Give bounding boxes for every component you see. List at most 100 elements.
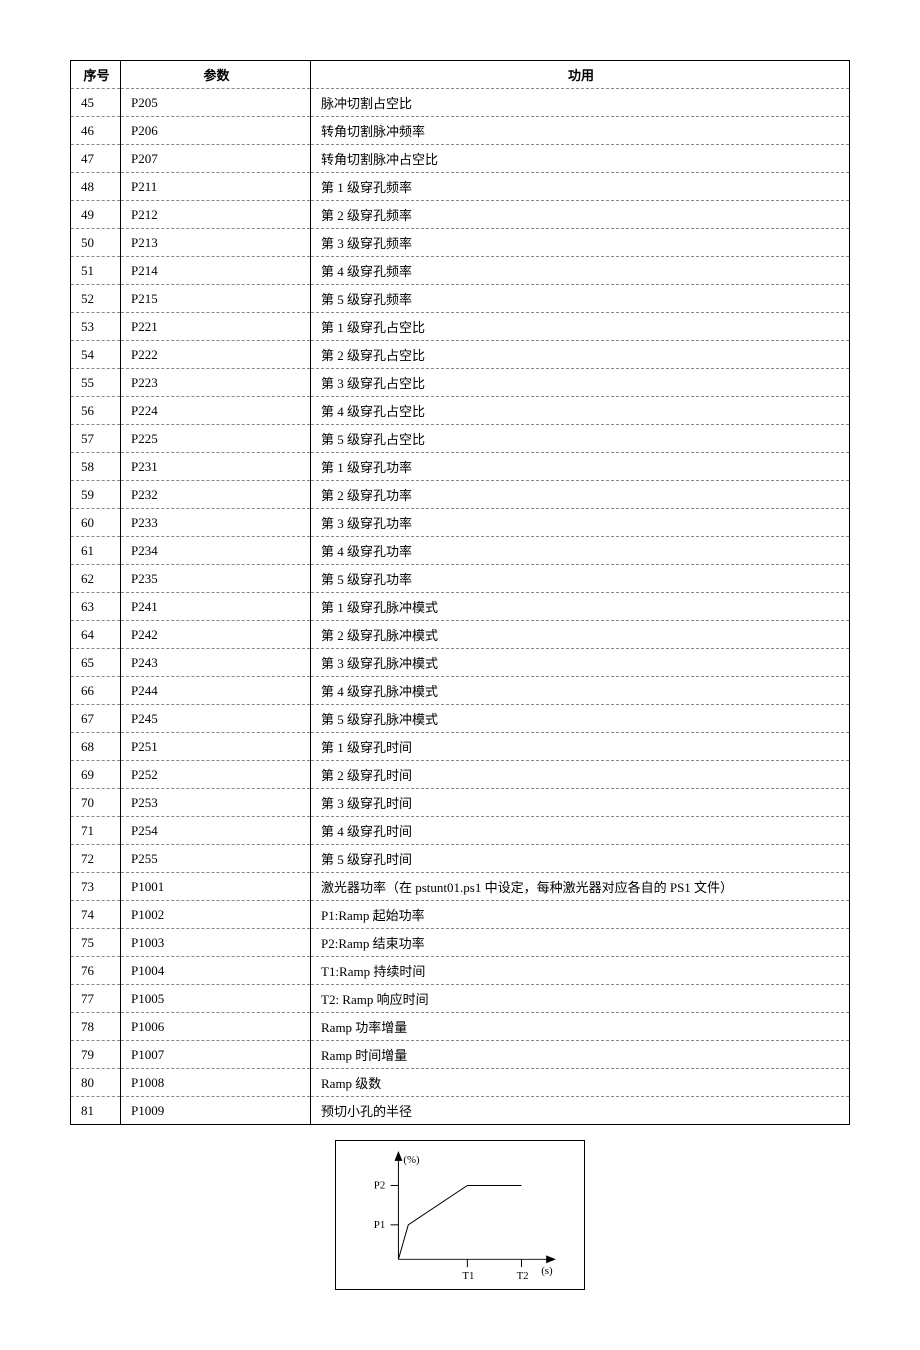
cell-param: P254 [121, 817, 311, 845]
cell-func: 预切小孔的半径 [311, 1097, 850, 1125]
table-row: 48P211第 1 级穿孔频率 [71, 173, 850, 201]
table-row: 47P207转角切割脉冲占空比 [71, 145, 850, 173]
cell-func: T2: Ramp 响应时间 [311, 985, 850, 1013]
cell-seq: 80 [71, 1069, 121, 1097]
cell-param: P234 [121, 537, 311, 565]
table-row: 76P1004T1:Ramp 持续时间 [71, 957, 850, 985]
cell-seq: 49 [71, 201, 121, 229]
cell-func: P2:Ramp 结束功率 [311, 929, 850, 957]
table-row: 50P213第 3 级穿孔频率 [71, 229, 850, 257]
table-row: 74P1002P1:Ramp 起始功率 [71, 901, 850, 929]
cell-param: P224 [121, 397, 311, 425]
cell-seq: 61 [71, 537, 121, 565]
parameter-table: 序号 参数 功用 45P205脉冲切割占空比46P206转角切割脉冲频率47P2… [70, 60, 850, 1125]
cell-seq: 46 [71, 117, 121, 145]
cell-func: 第 3 级穿孔功率 [311, 509, 850, 537]
header-func: 功用 [311, 61, 850, 89]
cell-func: 第 5 级穿孔频率 [311, 285, 850, 313]
cell-param: P243 [121, 649, 311, 677]
table-row: 54P222第 2 级穿孔占空比 [71, 341, 850, 369]
cell-func: 激光器功率（在 pstunt01.ps1 中设定，每种激光器对应各自的 PS1 … [311, 873, 850, 901]
cell-param: P1003 [121, 929, 311, 957]
cell-func: 第 2 级穿孔时间 [311, 761, 850, 789]
table-row: 52P215第 5 级穿孔频率 [71, 285, 850, 313]
table-row: 59P232第 2 级穿孔功率 [71, 481, 850, 509]
cell-func: 脉冲切割占空比 [311, 89, 850, 117]
cell-func: 第 1 级穿孔功率 [311, 453, 850, 481]
cell-func: 第 1 级穿孔占空比 [311, 313, 850, 341]
table-row: 72P255第 5 级穿孔时间 [71, 845, 850, 873]
ramp-chart: (%) P2 P1 T1 T2 (s) [335, 1140, 585, 1290]
cell-func: 第 2 级穿孔占空比 [311, 341, 850, 369]
cell-func: 第 5 级穿孔脉冲模式 [311, 705, 850, 733]
table-row: 45P205脉冲切割占空比 [71, 89, 850, 117]
cell-seq: 75 [71, 929, 121, 957]
cell-seq: 51 [71, 257, 121, 285]
cell-seq: 66 [71, 677, 121, 705]
cell-func: 第 1 级穿孔频率 [311, 173, 850, 201]
table-row: 69P252第 2 级穿孔时间 [71, 761, 850, 789]
cell-func: P1:Ramp 起始功率 [311, 901, 850, 929]
cell-func: T1:Ramp 持续时间 [311, 957, 850, 985]
cell-func: 第 2 级穿孔频率 [311, 201, 850, 229]
table-row: 71P254第 4 级穿孔时间 [71, 817, 850, 845]
t1-label: T1 [462, 1270, 474, 1279]
cell-func: 第 4 级穿孔占空比 [311, 397, 850, 425]
cell-param: P206 [121, 117, 311, 145]
cell-seq: 71 [71, 817, 121, 845]
cell-seq: 74 [71, 901, 121, 929]
table-row: 60P233第 3 级穿孔功率 [71, 509, 850, 537]
table-header-row: 序号 参数 功用 [71, 61, 850, 89]
cell-seq: 62 [71, 565, 121, 593]
cell-func: Ramp 时间增量 [311, 1041, 850, 1069]
cell-param: P211 [121, 173, 311, 201]
cell-seq: 77 [71, 985, 121, 1013]
header-param: 参数 [121, 61, 311, 89]
cell-param: P1005 [121, 985, 311, 1013]
cell-seq: 65 [71, 649, 121, 677]
table-row: 80P1008Ramp 级数 [71, 1069, 850, 1097]
cell-seq: 69 [71, 761, 121, 789]
cell-seq: 54 [71, 341, 121, 369]
cell-seq: 68 [71, 733, 121, 761]
cell-seq: 50 [71, 229, 121, 257]
x-axis-label: (s) [541, 1265, 553, 1277]
cell-seq: 79 [71, 1041, 121, 1069]
cell-seq: 47 [71, 145, 121, 173]
cell-param: P212 [121, 201, 311, 229]
cell-func: 第 3 级穿孔频率 [311, 229, 850, 257]
table-row: 56P224第 4 级穿孔占空比 [71, 397, 850, 425]
cell-seq: 76 [71, 957, 121, 985]
cell-param: P1007 [121, 1041, 311, 1069]
header-seq: 序号 [71, 61, 121, 89]
cell-param: P242 [121, 621, 311, 649]
cell-param: P223 [121, 369, 311, 397]
cell-param: P1009 [121, 1097, 311, 1125]
cell-func: Ramp 功率增量 [311, 1013, 850, 1041]
cell-func: 转角切割脉冲占空比 [311, 145, 850, 173]
cell-param: P245 [121, 705, 311, 733]
cell-param: P1006 [121, 1013, 311, 1041]
cell-param: P253 [121, 789, 311, 817]
table-row: 66P244第 4 级穿孔脉冲模式 [71, 677, 850, 705]
table-row: 58P231第 1 级穿孔功率 [71, 453, 850, 481]
cell-func: 第 4 级穿孔时间 [311, 817, 850, 845]
cell-param: P233 [121, 509, 311, 537]
cell-param: P225 [121, 425, 311, 453]
cell-param: P244 [121, 677, 311, 705]
table-row: 46P206转角切割脉冲频率 [71, 117, 850, 145]
cell-param: P207 [121, 145, 311, 173]
table-row: 55P223第 3 级穿孔占空比 [71, 369, 850, 397]
cell-seq: 59 [71, 481, 121, 509]
p1-label: P1 [374, 1219, 385, 1231]
cell-param: P221 [121, 313, 311, 341]
cell-seq: 67 [71, 705, 121, 733]
cell-func: 第 2 级穿孔功率 [311, 481, 850, 509]
cell-func: 第 3 级穿孔时间 [311, 789, 850, 817]
table-row: 75P1003P2:Ramp 结束功率 [71, 929, 850, 957]
cell-param: P1001 [121, 873, 311, 901]
cell-seq: 63 [71, 593, 121, 621]
cell-seq: 78 [71, 1013, 121, 1041]
cell-seq: 60 [71, 509, 121, 537]
cell-func: 第 4 级穿孔频率 [311, 257, 850, 285]
